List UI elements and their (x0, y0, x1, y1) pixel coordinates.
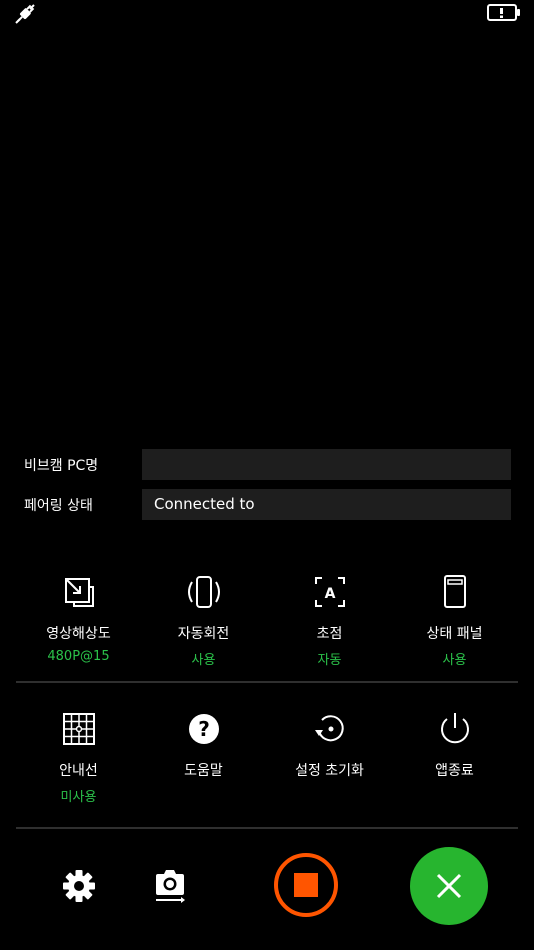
divider (16, 681, 518, 683)
switch-camera-button[interactable] (151, 865, 189, 905)
resolution-icon (64, 578, 94, 607)
help-setting[interactable]: ? 도움말 (141, 709, 266, 780)
guide-lines-setting[interactable]: 안내선 미사용 (16, 709, 141, 805)
auto-rotate-value: 사용 (191, 653, 216, 668)
status-panel-value: 사용 (442, 653, 467, 668)
auto-rotate-setting[interactable]: 자동회전 사용 (141, 572, 266, 668)
battery-warning-icon (487, 4, 521, 22)
plug-disconnected-icon (12, 2, 38, 26)
stop-record-button[interactable] (274, 853, 338, 917)
status-panel-label: 상태 패널 (426, 626, 483, 642)
power-icon (440, 713, 469, 744)
status-panel-setting[interactable]: 상태 패널 사용 (392, 572, 517, 668)
camera-switch-icon (156, 870, 185, 903)
close-icon (410, 847, 488, 925)
resolution-label: 영상해상도 (46, 626, 111, 642)
svg-text:?: ? (198, 717, 210, 741)
pairing-status-row: 페어링 상태 Connected to (0, 489, 534, 521)
divider (16, 827, 518, 829)
auto-rotate-label: 자동회전 (177, 626, 230, 642)
pairing-status-label: 페어링 상태 (24, 498, 93, 514)
resolution-setting[interactable]: 영상해상도 480P@15 (16, 572, 141, 664)
help-label: 도움말 (184, 763, 223, 779)
focus-setting[interactable]: A 초점 자동 (267, 572, 392, 668)
focus-label: 초점 (316, 626, 343, 642)
settings-row-1: 영상해상도 480P@15 자동회전 사용 A 초점 자동 상태 패널 사용 (16, 572, 518, 672)
svg-text:A: A (324, 586, 335, 602)
exit-app-label: 앱종료 (435, 763, 474, 779)
reset-label: 설정 초기화 (295, 763, 364, 779)
settings-row-2: 안내선 미사용 ? 도움말 설정 초기화 앱종료 (16, 709, 518, 809)
exit-app-setting[interactable]: 앱종료 (392, 709, 517, 780)
status-panel-icon (443, 575, 466, 608)
gear-icon (63, 870, 95, 902)
focus-value: 자동 (317, 653, 342, 668)
guide-lines-value: 미사용 (60, 790, 97, 805)
reset-settings[interactable]: 설정 초기화 (267, 709, 392, 780)
rotate-device-icon (187, 576, 220, 608)
pc-name-field (142, 449, 511, 480)
reset-icon (314, 715, 344, 742)
pc-name-row: 비브캠 PC명 (0, 449, 534, 481)
close-button[interactable] (410, 847, 488, 925)
settings-button[interactable] (59, 866, 99, 906)
help-icon: ? (188, 714, 219, 744)
pc-name-label: 비브캠 PC명 (24, 458, 99, 474)
autofocus-icon: A (314, 577, 345, 607)
stop-icon (274, 853, 338, 917)
resolution-value: 480P@15 (47, 649, 110, 664)
grid-lines-icon (62, 713, 95, 745)
guide-lines-label: 안내선 (59, 763, 98, 779)
pairing-status-field: Connected to (142, 489, 511, 520)
